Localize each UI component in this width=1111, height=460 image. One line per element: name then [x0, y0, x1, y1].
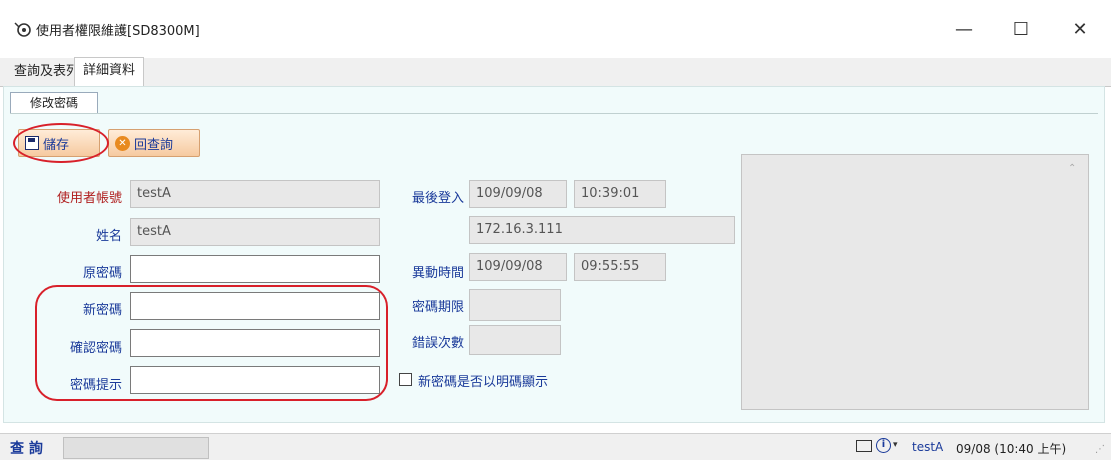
- window-title: 使用者權限維護[SD8300M]: [36, 24, 200, 39]
- app-icon: [14, 22, 31, 37]
- subtab-divider: [10, 113, 1098, 114]
- status-user: testA: [912, 440, 944, 454]
- show-plain-label[interactable]: 新密碼是否以明碼顯示: [418, 371, 548, 390]
- status-message-box: [63, 437, 209, 459]
- old-password-label: 原密碼: [82, 266, 122, 281]
- last-login-label: 最後登入: [411, 191, 464, 206]
- old-password-field[interactable]: [130, 255, 380, 283]
- name-field: testA: [130, 218, 380, 246]
- resize-grip-icon[interactable]: ⋰: [1095, 444, 1105, 455]
- maximize-button[interactable]: ☐: [999, 12, 1043, 46]
- last-login-date-field: 109/09/08: [469, 180, 567, 208]
- minimize-button[interactable]: —: [942, 12, 986, 46]
- show-plain-checkbox[interactable]: [399, 373, 412, 386]
- password-expiry-label: 密碼期限: [411, 300, 464, 315]
- changed-date-field: 109/09/08: [469, 253, 567, 281]
- changed-time-field: 09:55:55: [574, 253, 666, 281]
- fields-annotation-ring: [35, 285, 388, 401]
- tab-strip: [0, 58, 1111, 87]
- ip-address-field: 172.16.3.111: [469, 216, 735, 244]
- changed-time-label: 異動時間: [411, 266, 464, 281]
- tab-detail[interactable]: 詳細資料: [74, 57, 145, 87]
- error-count-field: [469, 325, 561, 355]
- dropdown-icon[interactable]: ▾: [893, 440, 898, 450]
- close-button[interactable]: ✕: [1058, 12, 1102, 46]
- book-icon[interactable]: [856, 440, 872, 452]
- back-to-query-button[interactable]: ✕ 回查詢: [108, 129, 200, 157]
- info-icon[interactable]: i: [876, 438, 891, 453]
- user-id-field: testA: [130, 180, 380, 208]
- subtab-change-password[interactable]: 修改密碼: [10, 92, 98, 114]
- notes-scroll-area[interactable]: [741, 154, 1089, 410]
- password-expiry-field: [469, 289, 561, 321]
- scroll-up-icon[interactable]: ⌃: [1068, 163, 1080, 175]
- error-count-label: 錯誤次數: [411, 336, 464, 351]
- user-id-label: 使用者帳號: [56, 191, 122, 206]
- status-mode-label: 查 詢: [10, 441, 43, 457]
- last-login-time-field: 10:39:01: [574, 180, 666, 208]
- save-annotation-ring: [13, 123, 109, 163]
- name-label: 姓名: [95, 229, 122, 244]
- status-datetime: 09/08 (10:40 上午): [956, 442, 1067, 456]
- close-circle-icon: ✕: [115, 135, 130, 151]
- back-label: 回查詢: [134, 137, 174, 153]
